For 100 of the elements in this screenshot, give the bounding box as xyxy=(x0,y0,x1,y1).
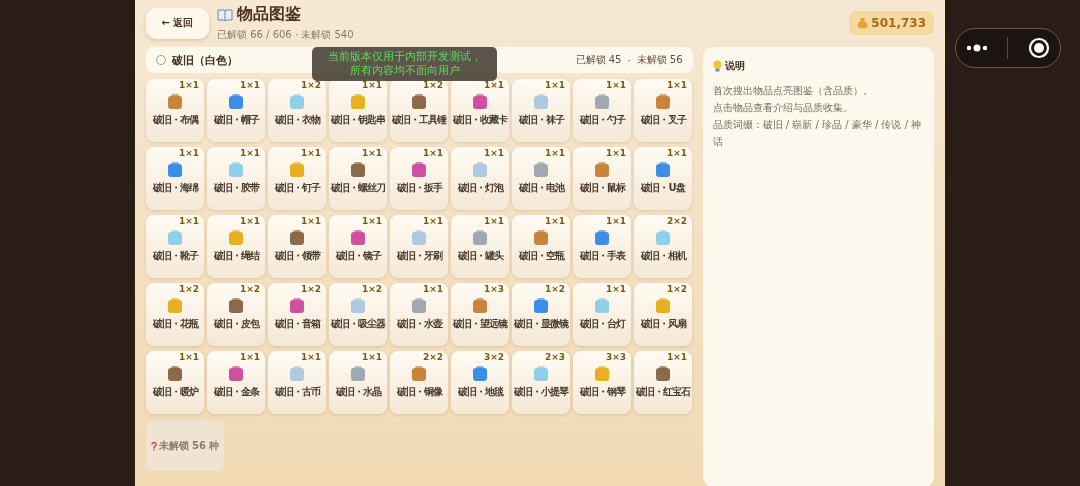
item-icon xyxy=(653,160,673,180)
item-size: 1×2 xyxy=(178,284,199,294)
item-icon xyxy=(348,92,368,112)
item-icon xyxy=(226,296,246,316)
item-card[interactable]: 2×2 破旧・相机 xyxy=(634,215,692,278)
item-card[interactable]: 1×1 破旧・绳结 xyxy=(207,215,265,278)
info-title: 说明 xyxy=(724,59,745,73)
item-card[interactable]: 1×2 破旧・音箱 xyxy=(268,283,326,346)
item-name: 破旧・袜子 xyxy=(518,113,564,127)
item-card[interactable]: 1×2 破旧・工具锤 xyxy=(390,79,448,142)
light-bulb-icon xyxy=(712,60,722,72)
item-name: 破旧・相机 xyxy=(640,249,686,263)
item-icon xyxy=(165,228,185,248)
item-size: 3×2 xyxy=(483,352,504,362)
item-card[interactable]: 1×1 破旧・金条 xyxy=(207,351,265,414)
item-card[interactable]: 1×1 破旧・台灯 xyxy=(573,283,631,346)
item-card[interactable]: 1×1 破旧・手表 xyxy=(573,215,631,278)
item-name: 破旧・勺子 xyxy=(579,113,625,127)
item-card[interactable]: 1×2 破旧・显微镜 xyxy=(512,283,570,346)
toast-message: 当前版本仅用于内部开发测试， 所有内容均不面向用户 xyxy=(312,47,497,81)
item-card[interactable]: 1×1 破旧・古币 xyxy=(268,351,326,414)
item-card[interactable]: 1×1 破旧・布偶 xyxy=(146,79,204,142)
item-size: 1×1 xyxy=(666,80,687,90)
item-size: 1×1 xyxy=(361,80,382,90)
item-icon xyxy=(287,92,307,112)
item-size: 2×3 xyxy=(544,352,565,362)
item-card[interactable]: 3×2 破旧・地毯 xyxy=(451,351,509,414)
item-size: 1×1 xyxy=(605,216,626,226)
item-name: 破旧・金条 xyxy=(213,385,259,399)
item-card[interactable]: 1×1 破旧・牙刷 xyxy=(390,215,448,278)
book-icon xyxy=(217,7,233,22)
item-card[interactable]: 1×1 破旧・红宝石 xyxy=(634,351,692,414)
item-card[interactable]: 1×1 破旧・水壶 xyxy=(390,283,448,346)
item-size: 1×1 xyxy=(239,352,260,362)
item-card[interactable]: 1×1 破旧・暖炉 xyxy=(146,351,204,414)
item-card[interactable]: 1×1 破旧・帽子 xyxy=(207,79,265,142)
item-card[interactable]: 1×1 破旧・勺子 xyxy=(573,79,631,142)
item-card[interactable]: 1×1 破旧・靴子 xyxy=(146,215,204,278)
item-card[interactable]: 1×1 破旧・海绵 xyxy=(146,147,204,210)
item-card[interactable]: 2×2 破旧・铜像 xyxy=(390,351,448,414)
item-card[interactable]: 1×1 破旧・钉子 xyxy=(268,147,326,210)
item-icon xyxy=(287,228,307,248)
item-card[interactable]: 1×2 破旧・皮包 xyxy=(207,283,265,346)
item-size: 1×2 xyxy=(239,284,260,294)
item-card[interactable]: 3×3 破旧・钢琴 xyxy=(573,351,631,414)
item-card[interactable]: 1×1 破旧・鼠标 xyxy=(573,147,631,210)
item-size: 1×1 xyxy=(361,352,382,362)
item-card[interactable]: 1×1 破旧・收藏卡 xyxy=(451,79,509,142)
item-card[interactable]: 1×1 破旧・灯泡 xyxy=(451,147,509,210)
item-name: 破旧・收藏卡 xyxy=(453,113,507,127)
item-name: 破旧・音箱 xyxy=(274,317,320,331)
separator-dot: · xyxy=(627,54,631,66)
back-button[interactable]: ← 返回 xyxy=(146,7,209,39)
close-target-icon[interactable] xyxy=(1028,37,1051,59)
item-name: 破旧・显微镜 xyxy=(514,317,568,331)
item-card[interactable]: 1×2 破旧・衣物 xyxy=(268,79,326,142)
item-card[interactable]: 1×1 破旧・U盘 xyxy=(634,147,692,210)
item-icon xyxy=(653,364,673,384)
item-icon xyxy=(409,364,429,384)
item-icon xyxy=(531,228,551,248)
item-icon xyxy=(348,160,368,180)
item-card[interactable]: 2×3 破旧・小提琴 xyxy=(512,351,570,414)
unlock-summary: 已解锁 66 / 606 · 未解锁 540 xyxy=(217,28,355,42)
item-card[interactable]: 1×1 破旧・电池 xyxy=(512,147,570,210)
item-name: 破旧・钢琴 xyxy=(579,385,625,399)
item-card[interactable]: 1×1 破旧・螺丝刀 xyxy=(329,147,387,210)
item-name: 破旧・螺丝刀 xyxy=(331,181,385,195)
item-icon xyxy=(592,160,612,180)
item-card[interactable]: 1×2 破旧・花瓶 xyxy=(146,283,204,346)
page-title: 物品图鉴 xyxy=(237,4,301,25)
item-icon xyxy=(226,92,246,112)
item-icon xyxy=(470,364,490,384)
item-card[interactable]: 1×1 破旧・扳手 xyxy=(390,147,448,210)
item-size: 1×1 xyxy=(361,216,382,226)
item-icon xyxy=(409,228,429,248)
item-card[interactable]: 1×1 破旧・领带 xyxy=(268,215,326,278)
item-name: 破旧・帽子 xyxy=(213,113,259,127)
item-card[interactable]: 1×1 破旧・空瓶 xyxy=(512,215,570,278)
item-icon xyxy=(531,160,551,180)
item-size: 2×2 xyxy=(666,216,687,226)
item-icon xyxy=(226,160,246,180)
more-icon[interactable] xyxy=(965,44,988,52)
item-card[interactable]: 1×1 破旧・钥匙串 xyxy=(329,79,387,142)
item-card[interactable]: 1×3 破旧・望远镜 xyxy=(451,283,509,346)
item-card[interactable]: 1×1 破旧・镜子 xyxy=(329,215,387,278)
item-card[interactable]: 1×1 破旧・袜子 xyxy=(512,79,570,142)
item-size: 1×1 xyxy=(239,80,260,90)
item-name: 破旧・空瓶 xyxy=(518,249,564,263)
item-card[interactable]: 1×1 破旧・胶带 xyxy=(207,147,265,210)
item-icon xyxy=(165,92,185,112)
item-card[interactable]: 1×1 破旧・叉子 xyxy=(634,79,692,142)
item-icon xyxy=(165,296,185,316)
item-card[interactable]: 1×2 破旧・吸尘器 xyxy=(329,283,387,346)
item-icon xyxy=(470,296,490,316)
item-card[interactable]: 1×2 破旧・风扇 xyxy=(634,283,692,346)
item-icon xyxy=(531,364,551,384)
item-size: 1×1 xyxy=(178,148,199,158)
item-card[interactable]: 1×1 破旧・水晶 xyxy=(329,351,387,414)
item-size: 1×1 xyxy=(178,216,199,226)
item-card[interactable]: 1×1 破旧・罐头 xyxy=(451,215,509,278)
